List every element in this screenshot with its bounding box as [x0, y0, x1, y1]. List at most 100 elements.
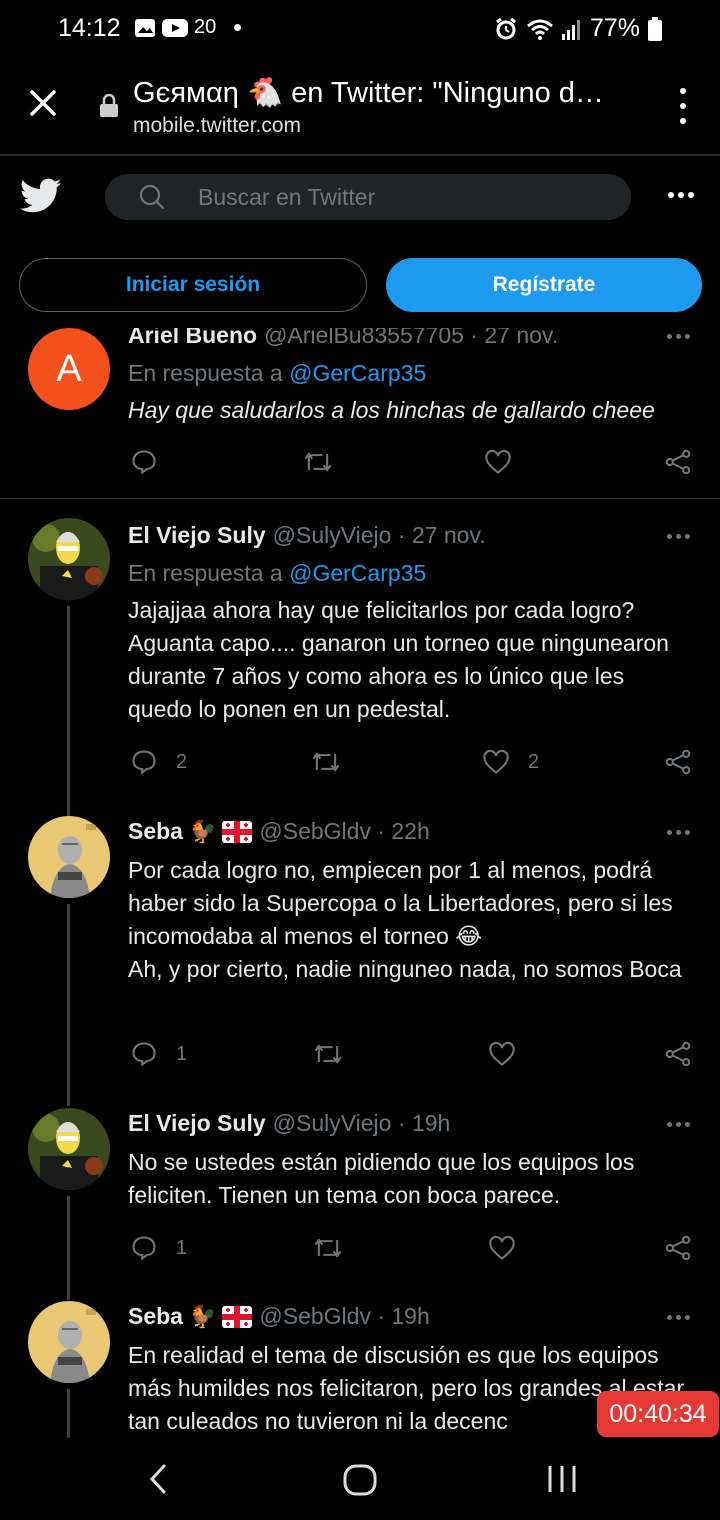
wifi-icon	[526, 19, 553, 40]
avatar[interactable]	[28, 518, 110, 600]
search-placeholder: Buscar en Twitter	[198, 184, 376, 210]
share-button[interactable]	[664, 1040, 692, 1068]
back-icon[interactable]	[146, 1464, 170, 1494]
twitter-header: Buscar en Twitter	[0, 156, 720, 238]
thread-line	[67, 1389, 70, 1438]
georgia-flag-icon	[222, 1305, 253, 1328]
tweet-more-icon[interactable]	[667, 334, 690, 339]
avatar[interactable]: A	[28, 328, 110, 410]
weather-temp: 20	[194, 16, 217, 38]
tweet-handle[interactable]: @SulyViejo · 27 nov.	[273, 522, 486, 549]
reply-count: 1	[176, 1236, 188, 1259]
heart-icon	[485, 449, 511, 474]
share-icon	[665, 1235, 691, 1261]
retweet-icon	[304, 452, 332, 472]
tweet[interactable]: A Ariel Bueno @ArielBu83557705 · 27 nov.…	[0, 328, 720, 498]
tweet-author-name[interactable]: El Viejo Suly	[128, 1110, 266, 1137]
avatar[interactable]	[28, 1108, 110, 1190]
tweet[interactable]: Seba 🐓 @SebGldv · 22h Por cada logro no,…	[0, 816, 720, 1106]
thread-line	[67, 904, 70, 1106]
reply-button[interactable]: 1	[130, 1040, 187, 1068]
divider	[0, 498, 720, 499]
tweet-handle[interactable]: @ArielBu83557705 · 27 nov.	[264, 328, 558, 349]
alarm-icon	[496, 17, 516, 39]
page-title[interactable]: Gєямαη 🐔 en Twitter: "Ninguno d…	[133, 76, 638, 110]
reply-icon	[132, 450, 156, 475]
status-bar: 14:12 20 77%	[0, 0, 720, 58]
georgia-flag-icon	[222, 820, 253, 843]
retweet-button[interactable]	[310, 748, 342, 776]
reply-icon	[132, 1236, 156, 1261]
share-button[interactable]	[664, 448, 692, 476]
avatar[interactable]	[28, 1301, 110, 1383]
lock-icon	[100, 94, 118, 117]
tweet-author-name[interactable]: Seba	[128, 818, 183, 845]
tweet-handle[interactable]: @SebGldv · 19h	[259, 1303, 429, 1330]
like-button[interactable]	[484, 448, 512, 476]
reply-count: 1	[176, 1042, 188, 1065]
tweet-more-icon[interactable]	[667, 1122, 690, 1127]
mention-link[interactable]: @GerCarp35	[289, 560, 426, 586]
share-icon	[665, 749, 691, 775]
tweet-author-name[interactable]: El Viejo Suly	[128, 522, 266, 549]
tweet-more-icon[interactable]	[667, 830, 690, 835]
recording-timer[interactable]: 00:40:34	[597, 1391, 719, 1437]
thread-line	[67, 606, 70, 816]
retweet-icon	[314, 1044, 342, 1064]
tweet[interactable]: El Viejo Suly @SulyViejo · 19h No se ust…	[0, 1108, 720, 1300]
tweet-handle[interactable]: @SulyViejo · 19h	[273, 1110, 451, 1137]
tweet-actions: 1	[128, 1040, 694, 1070]
close-icon[interactable]	[28, 88, 58, 118]
status-time: 14:12	[58, 14, 121, 42]
retweet-icon	[314, 1238, 342, 1258]
browser-menu-icon[interactable]	[678, 88, 688, 124]
recents-icon[interactable]	[546, 1464, 578, 1494]
tweet-author-name[interactable]: Ariel Bueno	[128, 328, 257, 349]
reply-count: 2	[176, 750, 188, 773]
reply-context: En respuesta a @GerCarp35	[128, 560, 427, 586]
battery-percent: 77%	[589, 14, 640, 42]
heart-icon	[489, 1235, 515, 1260]
reply-button[interactable]: 2	[130, 748, 187, 776]
avatar[interactable]	[28, 816, 110, 898]
more-icon[interactable]	[668, 192, 694, 198]
notification-dot	[234, 24, 242, 31]
like-count: 2	[528, 750, 540, 773]
tweet-actions: 2 2	[128, 748, 694, 778]
retweet-button[interactable]	[312, 1040, 344, 1068]
reply-button[interactable]	[130, 448, 158, 476]
youtube-icon	[162, 18, 188, 37]
tweet-actions	[128, 448, 694, 478]
tweet-more-icon[interactable]	[667, 1315, 690, 1320]
tweet-more-icon[interactable]	[667, 534, 690, 539]
like-button[interactable]	[488, 1234, 516, 1262]
like-button[interactable]: 2	[482, 748, 539, 776]
login-button[interactable]: Iniciar sesión	[19, 258, 367, 312]
share-button[interactable]	[664, 1234, 692, 1262]
retweet-button[interactable]	[302, 448, 334, 476]
thread-line	[67, 1196, 70, 1300]
tweet-handle[interactable]: @SebGldv · 22h	[259, 818, 429, 845]
share-button[interactable]	[664, 748, 692, 776]
page-url[interactable]: mobile.twitter.com	[133, 114, 301, 138]
mention-link[interactable]: @GerCarp35	[289, 360, 426, 386]
reply-button[interactable]: 1	[130, 1234, 187, 1262]
tweet-author-name[interactable]: Seba	[128, 1303, 183, 1330]
battery-icon	[648, 16, 662, 41]
rooster-emoji: 🐓	[188, 1303, 217, 1329]
search-input[interactable]: Buscar en Twitter	[105, 174, 631, 220]
reply-context: En respuesta a @GerCarp35	[128, 360, 427, 386]
heart-icon	[483, 749, 509, 774]
browser-toolbar: Gєямαη 🐔 en Twitter: "Ninguno d… mobile.…	[0, 58, 720, 156]
like-button[interactable]	[488, 1040, 516, 1068]
tweet[interactable]: El Viejo Suly @SulyViejo · 27 nov. En re…	[0, 518, 720, 816]
tweet-actions: 1	[128, 1234, 694, 1264]
reply-icon	[132, 750, 156, 775]
signup-button[interactable]: Regístrate	[386, 258, 702, 312]
home-icon[interactable]	[343, 1464, 377, 1496]
twitter-logo-icon[interactable]	[20, 178, 62, 214]
retweet-button[interactable]	[312, 1234, 344, 1262]
rooster-emoji: 🐓	[188, 818, 217, 844]
tweet-text: Jajajjaa ahora hay que felicitarlos por …	[128, 597, 669, 722]
tweet-text: Hay que saludarlos a los hinchas de gall…	[128, 397, 655, 423]
